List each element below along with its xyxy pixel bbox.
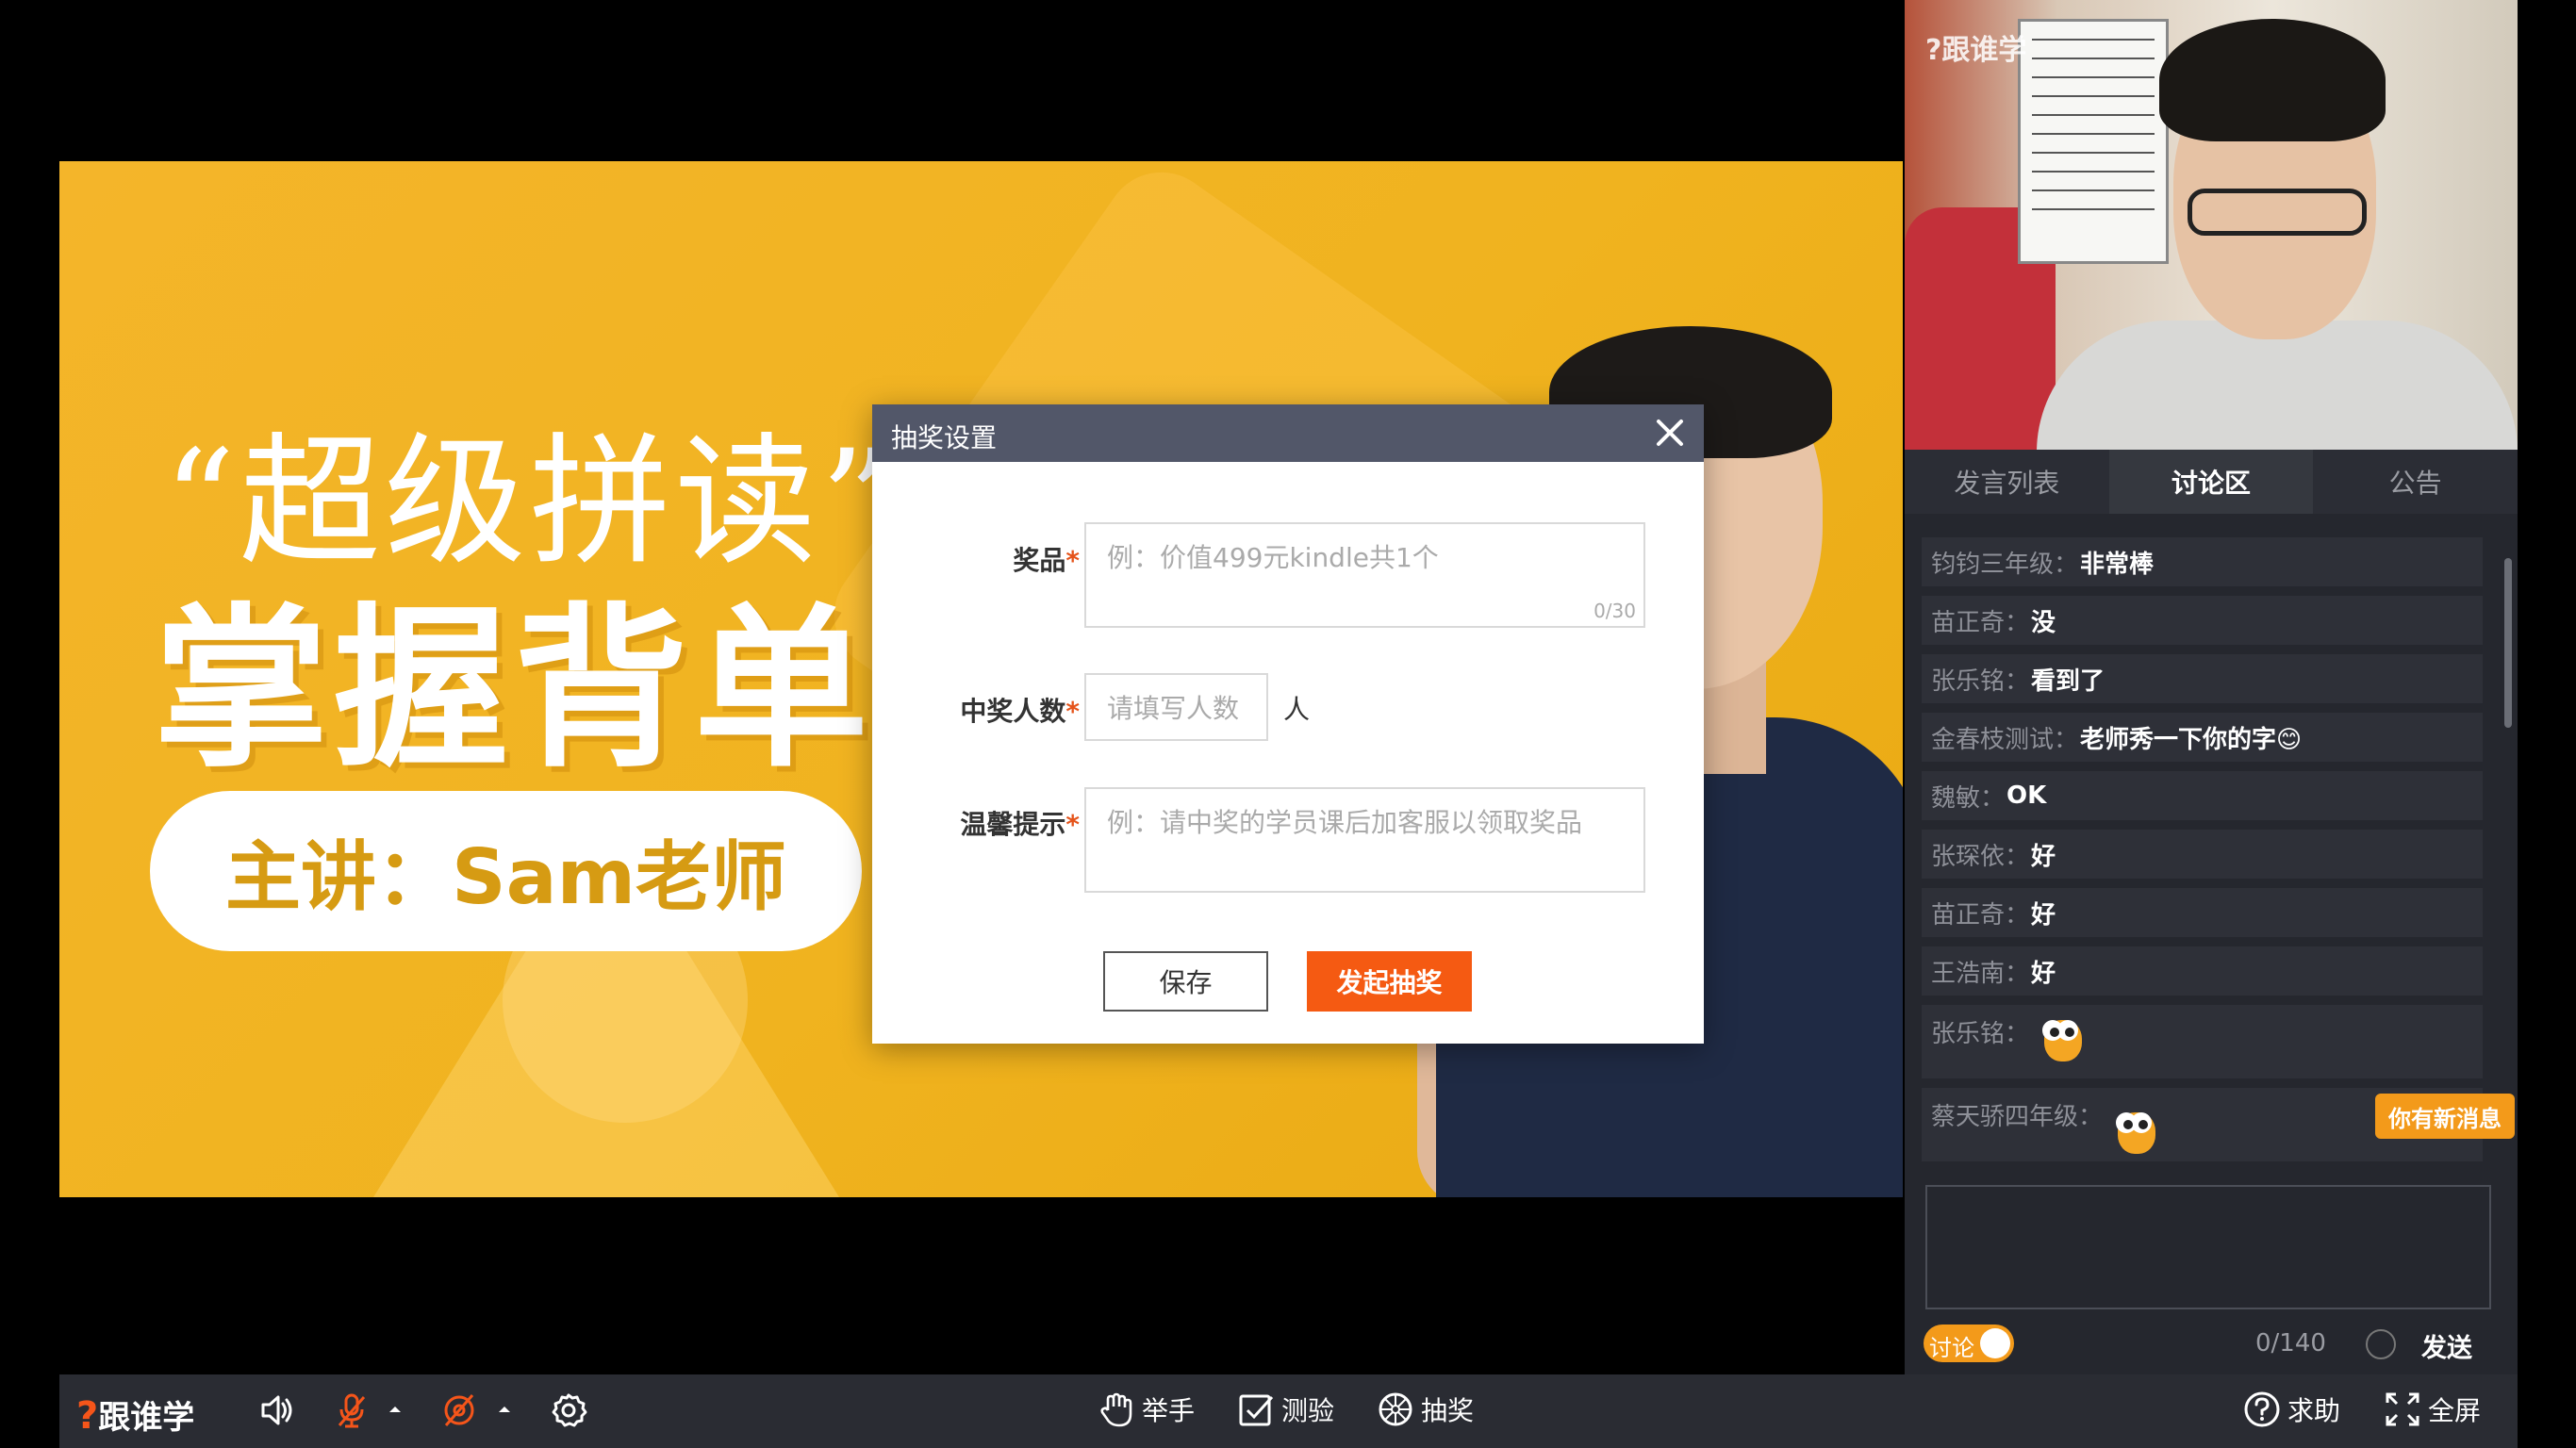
start-lottery-button[interactable]: 发起抽奖	[1307, 951, 1472, 1012]
chat-input[interactable]	[1925, 1185, 2491, 1309]
owl-sticker-icon	[2042, 1014, 2084, 1063]
raise-hand-button[interactable]: 举手	[1097, 1390, 1195, 1429]
teacher-video: ?跟谁学	[1905, 0, 2518, 450]
lottery-button[interactable]: 抽奖	[1376, 1390, 1474, 1429]
new-message-badge[interactable]: 你有新消息	[2375, 1094, 2515, 1139]
tab-announcement[interactable]: 公告	[2313, 450, 2518, 514]
message-text: 没	[2031, 608, 2056, 637]
message-user: 钧钧三年级：	[1931, 550, 2079, 579]
message-user: 蔡天骄四年级：	[1931, 1103, 2104, 1131]
chat-message: 苗正奇： 没	[1922, 596, 2483, 645]
owl-sticker-icon	[2116, 1107, 2157, 1156]
message-text: 老师秀一下你的字😊	[2080, 725, 2303, 754]
dialog-title: 抽奖设置	[891, 422, 998, 453]
discussion-toggle-label: 讨论	[1929, 1335, 1974, 1361]
fullscreen-button[interactable]: 全屏	[2383, 1390, 2481, 1429]
presenter-name: 主讲：Sam老师	[225, 833, 786, 921]
winners-unit: 人	[1283, 694, 1311, 725]
prize-label: 奖品*	[1013, 545, 1080, 576]
tip-placeholder: 例：请中奖的学员课后加客服以领取奖品	[1107, 807, 1583, 838]
winners-placeholder: 请填写人数	[1107, 693, 1240, 724]
hand-icon	[1100, 1392, 1132, 1427]
lottery-settings-dialog: 抽奖设置 奖品* 例：价值499元kindle共1个 0/30 中奖人数* 请填…	[872, 404, 1704, 1044]
fullscreen-icon	[2386, 1392, 2419, 1426]
logo-mark: ?	[76, 1394, 99, 1438]
panel-tabs: 发言列表 讨论区 公告	[1905, 450, 2518, 514]
lottery-wheel-icon	[1379, 1392, 1412, 1426]
chat-message: 魏敏： OK	[1922, 771, 2483, 820]
lottery-label: 抽奖	[1421, 1395, 1475, 1426]
send-button[interactable]: 发送	[2421, 1327, 2472, 1364]
chat-message: 苗正奇： 好	[1922, 888, 2483, 937]
winners-label: 中奖人数*	[960, 696, 1080, 727]
prize-placeholder: 例：价值499元kindle共1个	[1107, 542, 1439, 573]
message-user: 苗正奇：	[1931, 900, 2030, 930]
message-text: 非常棒	[2080, 550, 2155, 579]
discussion-toggle[interactable]: 讨论	[1924, 1325, 2014, 1362]
dialog-header: 抽奖设置	[872, 404, 1704, 462]
fullscreen-label: 全屏	[2428, 1395, 2482, 1426]
app-logo: ?跟谁学	[76, 1391, 194, 1438]
message-text: 好	[2031, 842, 2056, 871]
side-panel: ?跟谁学 发言列表 讨论区 公告 钧钧三年级： 非常棒 苗正奇： 没 张乐铭： …	[1905, 0, 2518, 1374]
message-user: 张乐铭：	[1931, 1020, 2030, 1048]
message-user: 魏敏：	[1931, 783, 2006, 813]
tip-label: 温馨提示*	[960, 809, 1080, 840]
quiz-button[interactable]: 测验	[1236, 1390, 1334, 1429]
chat-scrollbar[interactable]	[2504, 558, 2512, 728]
message-user: 金春枝测试：	[1931, 725, 2079, 754]
question-circle-icon	[2244, 1391, 2280, 1427]
gear-icon[interactable]	[548, 1390, 589, 1431]
quiz-label: 测验	[1281, 1395, 1335, 1426]
chat-message: 张琛依： 好	[1922, 830, 2483, 879]
prize-counter: 0/30	[1593, 600, 1636, 622]
message-user: 苗正奇：	[1931, 608, 2030, 637]
winners-input[interactable]: 请填写人数	[1084, 673, 1268, 741]
speaker-icon[interactable]	[256, 1390, 297, 1431]
microphone-muted-icon[interactable]	[331, 1390, 372, 1431]
message-text: OK	[2006, 782, 2047, 810]
logo-text: 跟谁学	[98, 1399, 195, 1437]
message-text: 好	[2031, 900, 2056, 930]
chat-message: 王浩南： 好	[1922, 946, 2483, 996]
char-counter: 0/140	[2255, 1329, 2326, 1358]
toggle-knob	[1980, 1328, 2010, 1358]
presenter-pill: 主讲：Sam老师	[150, 791, 862, 951]
chat-message-list: 钧钧三年级： 非常棒 苗正奇： 没 张乐铭： 看到了 金春枝测试： 老师秀一下你…	[1922, 537, 2487, 1161]
close-icon[interactable]	[1653, 416, 1687, 450]
tip-input[interactable]: 例：请中奖的学员课后加客服以领取奖品	[1084, 787, 1645, 893]
help-label: 求助	[2287, 1395, 2341, 1426]
message-text: 看到了	[2031, 666, 2105, 696]
save-button[interactable]: 保存	[1103, 951, 1268, 1012]
checklist-icon	[1239, 1394, 1274, 1426]
chat-message: 张乐铭：	[1922, 1005, 2483, 1078]
message-user: 王浩南：	[1931, 959, 2030, 988]
message-user: 张乐铭：	[1931, 666, 2030, 696]
raise-hand-label: 举手	[1142, 1395, 1196, 1426]
prize-input[interactable]: 例：价值499元kindle共1个 0/30	[1084, 522, 1645, 628]
help-button[interactable]: 求助	[2242, 1390, 2340, 1429]
chat-message: 金春枝测试： 老师秀一下你的字😊	[1922, 713, 2483, 762]
message-text: 好	[2031, 959, 2056, 988]
camera-menu-arrow-icon[interactable]	[495, 1390, 514, 1431]
emoji-icon[interactable]	[2366, 1329, 2396, 1359]
video-watermark-logo: ?跟谁学	[1925, 34, 2027, 67]
chat-message: 钧钧三年级： 非常棒	[1922, 537, 2483, 586]
tab-speech-list[interactable]: 发言列表	[1905, 450, 2109, 514]
mic-menu-arrow-icon[interactable]	[386, 1390, 405, 1431]
tab-discussion[interactable]: 讨论区	[2108, 450, 2314, 514]
chat-message: 张乐铭： 看到了	[1922, 654, 2483, 703]
camera-off-icon[interactable]	[438, 1390, 480, 1431]
bottom-toolbar: ?跟谁学 举手 测验 抽奖 求助 全屏	[59, 1374, 2518, 1448]
message-user: 张琛依：	[1931, 842, 2030, 871]
